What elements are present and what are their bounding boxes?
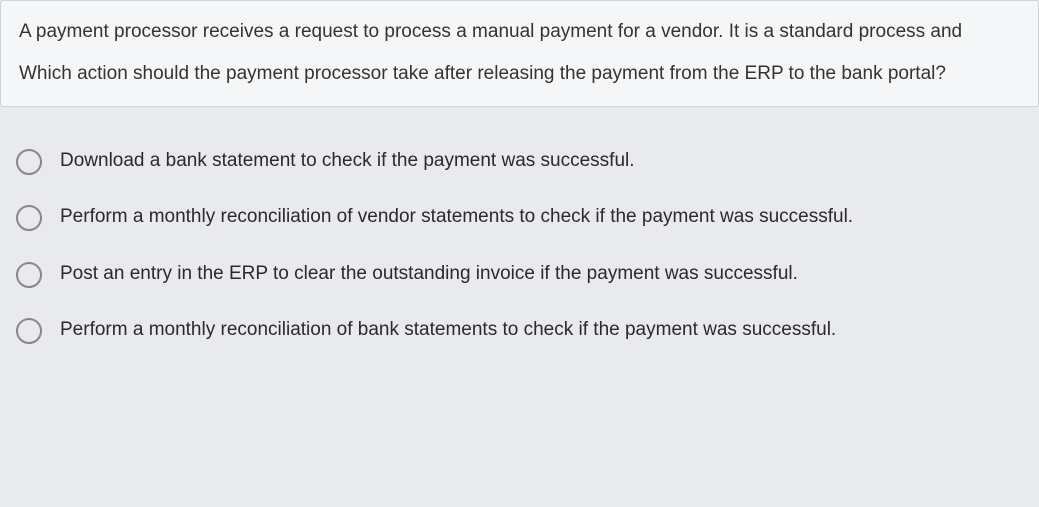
option-label: Post an entry in the ERP to clear the ou… [60, 260, 798, 289]
option-label: Download a bank statement to check if th… [60, 147, 635, 176]
question-text-line-1: A payment processor receives a request t… [19, 17, 1020, 47]
option-row-1[interactable]: Download a bank statement to check if th… [16, 147, 1023, 176]
radio-icon[interactable] [16, 205, 42, 231]
question-header: A payment processor receives a request t… [0, 0, 1039, 107]
option-label: Perform a monthly reconciliation of bank… [60, 316, 836, 345]
radio-icon[interactable] [16, 318, 42, 344]
option-row-2[interactable]: Perform a monthly reconciliation of vend… [16, 203, 1023, 232]
option-row-3[interactable]: Post an entry in the ERP to clear the ou… [16, 260, 1023, 289]
radio-icon[interactable] [16, 262, 42, 288]
option-label: Perform a monthly reconciliation of vend… [60, 203, 853, 232]
options-container: Download a bank statement to check if th… [0, 147, 1039, 345]
question-text-line-2: Which action should the payment processo… [19, 59, 1020, 89]
radio-icon[interactable] [16, 149, 42, 175]
option-row-4[interactable]: Perform a monthly reconciliation of bank… [16, 316, 1023, 345]
